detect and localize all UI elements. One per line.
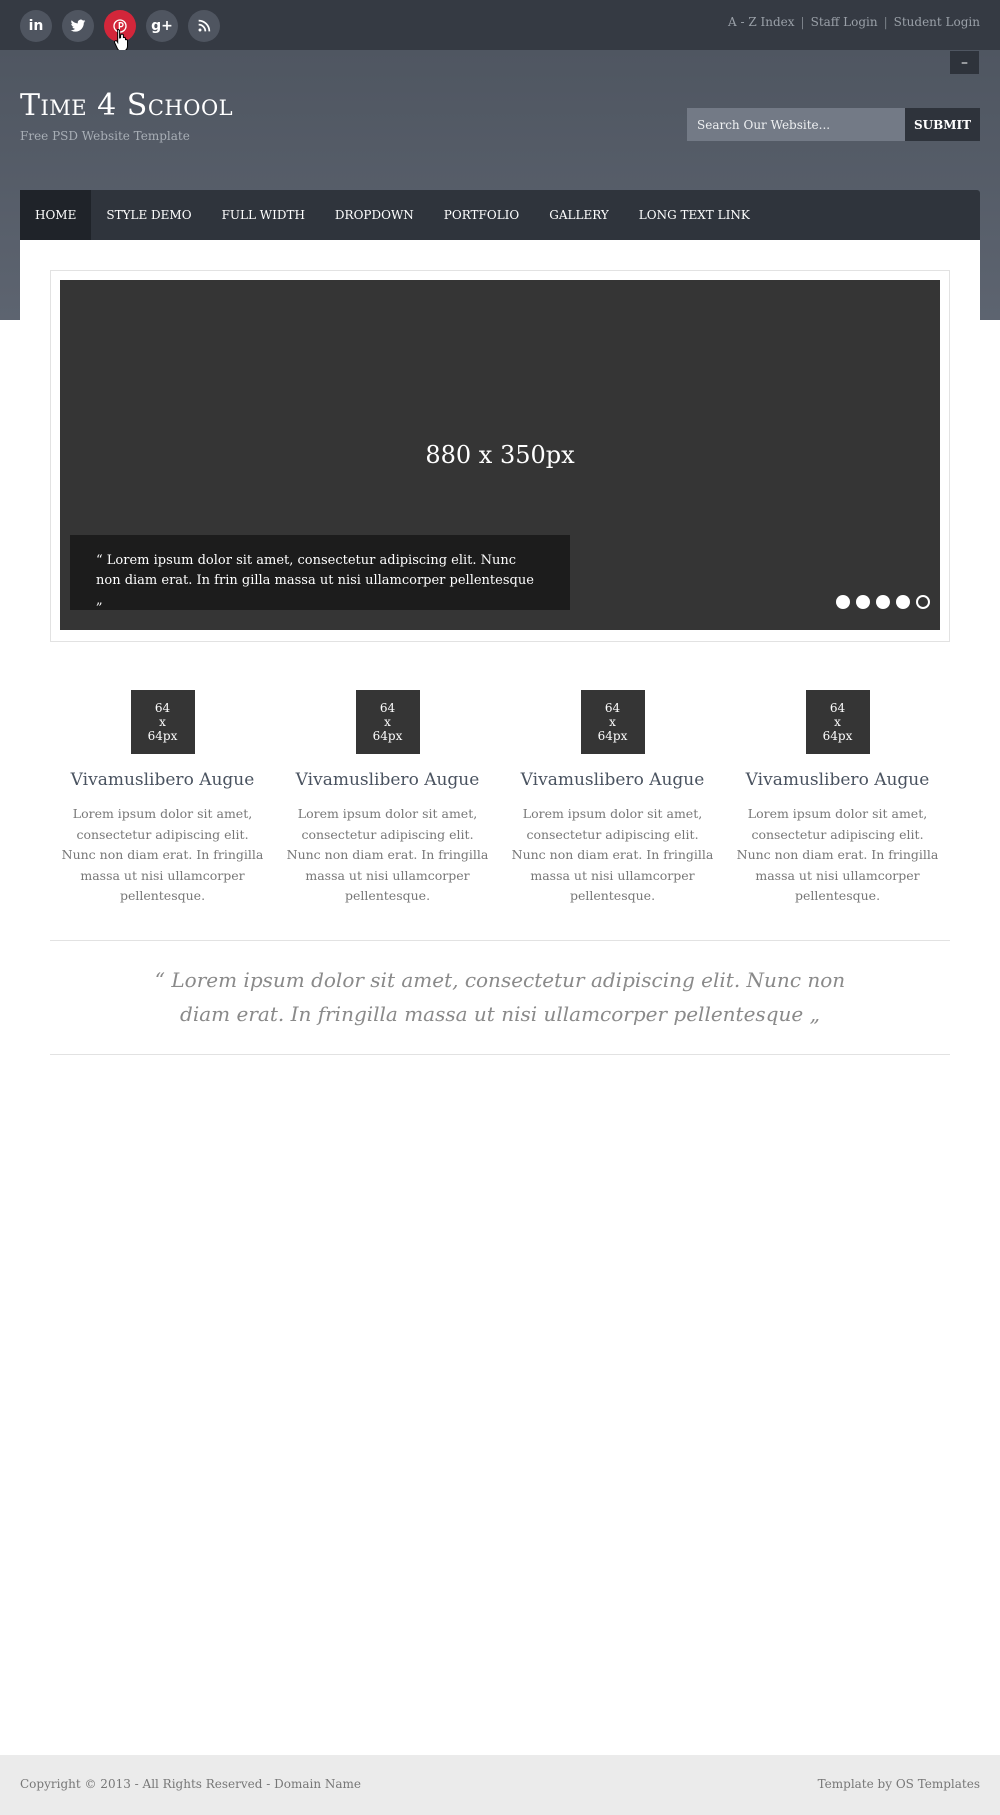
- feature-text: Lorem ipsum dolor sit amet, consectetur …: [736, 806, 939, 903]
- feature-title[interactable]: Vivamuslibero Augue: [275, 770, 500, 790]
- feature-text: Lorem ipsum dolor sit amet, consectetur …: [61, 806, 264, 903]
- feature-column: 64 x 64px Vivamuslibero Augue Lorem ipsu…: [50, 690, 275, 907]
- rss-feed-icon: [198, 19, 211, 32]
- site-logo[interactable]: Time 4 School: [20, 88, 233, 123]
- feature-column: 64 x 64px Vivamuslibero Augue Lorem ipsu…: [500, 690, 725, 907]
- google-plus-icon[interactable]: g+: [146, 10, 178, 42]
- linkedin-glyph: in: [28, 18, 44, 34]
- hand-cursor-icon: [113, 28, 128, 52]
- feature-title[interactable]: Vivamuslibero Augue: [725, 770, 950, 790]
- student-login-link[interactable]: Student Login: [894, 15, 980, 29]
- nav-item-full-width[interactable]: FULL WIDTH: [207, 190, 320, 240]
- slider-dot[interactable]: [896, 595, 910, 609]
- feature-thumbnail: 64 x 64px: [805, 690, 870, 754]
- feature-column: 64 x 64px Vivamuslibero Augue Lorem ipsu…: [275, 690, 500, 907]
- separator: |: [883, 15, 888, 29]
- feature-title[interactable]: Vivamuslibero Augue: [50, 770, 275, 790]
- slider-dot[interactable]: [856, 595, 870, 609]
- feature-column: 64 x 64px Vivamuslibero Augue Lorem ipsu…: [725, 690, 950, 907]
- image-slider[interactable]: 880 x 350px “ Lorem ipsum dolor sit amet…: [60, 280, 940, 630]
- footer: Copyright © 2013 - All Rights Reserved -…: [0, 1755, 1000, 1815]
- separator: |: [800, 15, 805, 29]
- quote-text: “ Lorem ipsum dolor sit amet, consectetu…: [154, 968, 846, 1026]
- slider-pagination: [836, 595, 930, 609]
- feature-text: Lorem ipsum dolor sit amet, consectetur …: [511, 806, 714, 903]
- nav-item-long-text-link[interactable]: LONG TEXT LINK: [624, 190, 765, 240]
- feature-title[interactable]: Vivamuslibero Augue: [500, 770, 725, 790]
- slider-dot[interactable]: [836, 595, 850, 609]
- search-form: SUBMIT: [687, 108, 980, 141]
- nav-item-style-demo[interactable]: STYLE DEMO: [91, 190, 206, 240]
- nav-item-home[interactable]: HOME: [20, 190, 92, 240]
- top-links: A - Z Index | Staff Login | Student Logi…: [728, 15, 980, 29]
- slider-caption: “ Lorem ipsum dolor sit amet, consectetu…: [70, 535, 570, 610]
- quote-block: “ Lorem ipsum dolor sit amet, consectetu…: [50, 940, 950, 1055]
- nav-item-portfolio[interactable]: PORTFOLIO: [429, 190, 534, 240]
- feature-columns: 64 x 64px Vivamuslibero Augue Lorem ipsu…: [50, 690, 950, 907]
- submit-button[interactable]: SUBMIT: [905, 108, 980, 141]
- footer-credit[interactable]: Template by OS Templates: [818, 1777, 980, 1791]
- footer-copyright: Copyright © 2013 - All Rights Reserved -…: [20, 1777, 362, 1791]
- feature-text: Lorem ipsum dolor sit amet, consectetur …: [286, 806, 489, 903]
- nav-item-gallery[interactable]: GALLERY: [534, 190, 624, 240]
- slider-dot[interactable]: [876, 595, 890, 609]
- google-plus-glyph: g+: [151, 18, 173, 34]
- twitter-icon[interactable]: [62, 10, 94, 42]
- staff-login-link[interactable]: Staff Login: [811, 15, 878, 29]
- main-nav: HOME STYLE DEMO FULL WIDTH DROPDOWN PORT…: [20, 190, 980, 240]
- az-index-link[interactable]: A - Z Index: [728, 15, 795, 29]
- slider-dot-current[interactable]: [916, 595, 930, 609]
- search-input[interactable]: [687, 108, 905, 141]
- nav-item-dropdown[interactable]: DROPDOWN: [320, 190, 429, 240]
- linkedin-icon[interactable]: in: [20, 10, 52, 42]
- site-tagline: Free PSD Website Template: [20, 129, 190, 143]
- top-bar: in g+ A - Z Index | Staff Login | Studen…: [0, 0, 1000, 52]
- feature-thumbnail: 64 x 64px: [355, 690, 420, 754]
- twitter-bird-icon: [70, 19, 86, 32]
- feature-thumbnail: 64 x 64px: [580, 690, 645, 754]
- collapse-button[interactable]: –: [950, 51, 979, 74]
- rss-icon[interactable]: [188, 10, 220, 42]
- feature-thumbnail: 64 x 64px: [130, 690, 195, 754]
